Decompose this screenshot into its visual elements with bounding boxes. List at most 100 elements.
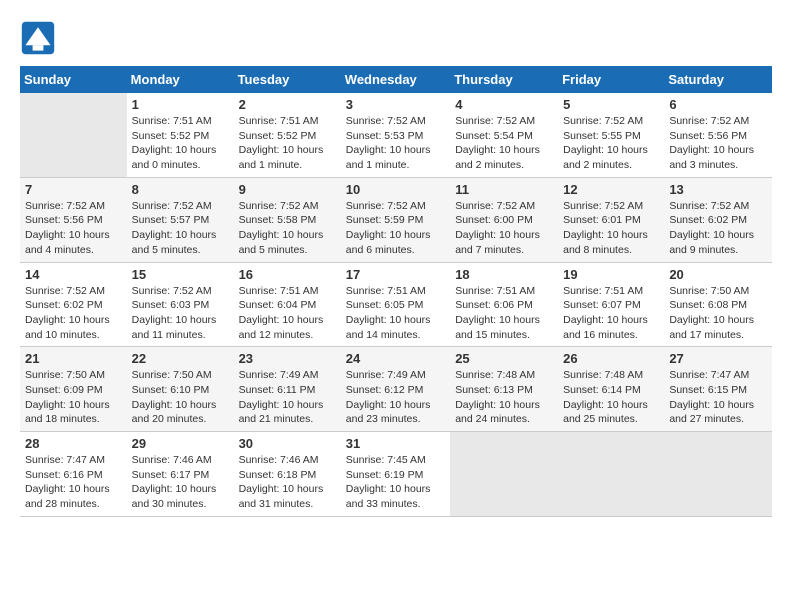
day-number: 3	[346, 97, 445, 112]
day-number: 29	[132, 436, 229, 451]
day-number: 15	[132, 267, 229, 282]
week-row-5: 28 Sunrise: 7:47 AM Sunset: 6:16 PM Dayli…	[20, 432, 772, 517]
calendar-cell: 4 Sunrise: 7:52 AM Sunset: 5:54 PM Daylig…	[450, 93, 558, 177]
day-number: 12	[563, 182, 659, 197]
day-info: Sunrise: 7:46 AM Sunset: 6:18 PM Dayligh…	[239, 453, 336, 512]
day-number: 14	[25, 267, 122, 282]
day-info: Sunrise: 7:51 AM Sunset: 6:04 PM Dayligh…	[239, 284, 336, 343]
calendar-cell: 1 Sunrise: 7:51 AM Sunset: 5:52 PM Daylig…	[127, 93, 234, 177]
calendar-cell: 23 Sunrise: 7:49 AM Sunset: 6:11 PM Dayli…	[234, 347, 341, 432]
day-number: 27	[669, 351, 767, 366]
day-info: Sunrise: 7:45 AM Sunset: 6:19 PM Dayligh…	[346, 453, 445, 512]
day-header-wednesday: Wednesday	[341, 66, 450, 93]
day-number: 16	[239, 267, 336, 282]
calendar-cell: 18 Sunrise: 7:51 AM Sunset: 6:06 PM Dayli…	[450, 262, 558, 347]
calendar-cell: 10 Sunrise: 7:52 AM Sunset: 5:59 PM Dayli…	[341, 177, 450, 262]
day-info: Sunrise: 7:52 AM Sunset: 6:02 PM Dayligh…	[669, 199, 767, 258]
day-info: Sunrise: 7:52 AM Sunset: 5:54 PM Dayligh…	[455, 114, 553, 173]
day-number: 24	[346, 351, 445, 366]
day-info: Sunrise: 7:48 AM Sunset: 6:13 PM Dayligh…	[455, 368, 553, 427]
day-info: Sunrise: 7:51 AM Sunset: 5:52 PM Dayligh…	[239, 114, 336, 173]
calendar-cell	[20, 93, 127, 177]
calendar-cell: 22Sunrise: 7:50 AM Sunset: 6:10 PM Dayli…	[127, 347, 234, 432]
day-info: Sunrise: 7:52 AM Sunset: 5:59 PM Dayligh…	[346, 199, 445, 258]
day-info: Sunrise: 7:51 AM Sunset: 6:06 PM Dayligh…	[455, 284, 553, 343]
day-header-saturday: Saturday	[664, 66, 772, 93]
calendar-cell: 13 Sunrise: 7:52 AM Sunset: 6:02 PM Dayli…	[664, 177, 772, 262]
day-number: 6	[669, 97, 767, 112]
week-row-1: 1 Sunrise: 7:51 AM Sunset: 5:52 PM Daylig…	[20, 93, 772, 177]
day-number: 1	[132, 97, 229, 112]
day-header-thursday: Thursday	[450, 66, 558, 93]
calendar-cell: 11 Sunrise: 7:52 AM Sunset: 6:00 PM Dayli…	[450, 177, 558, 262]
day-info: Sunrise: 7:52 AM Sunset: 5:56 PM Dayligh…	[669, 114, 767, 173]
day-header-tuesday: Tuesday	[234, 66, 341, 93]
calendar-cell	[450, 432, 558, 517]
header-row: SundayMondayTuesdayWednesdayThursdayFrid…	[20, 66, 772, 93]
calendar-cell: 14 Sunrise: 7:52 AM Sunset: 6:02 PM Dayli…	[20, 262, 127, 347]
calendar-cell: 3 Sunrise: 7:52 AM Sunset: 5:53 PM Daylig…	[341, 93, 450, 177]
day-number: 4	[455, 97, 553, 112]
day-info: Sunrise: 7:49 AM Sunset: 6:11 PM Dayligh…	[239, 368, 336, 427]
calendar-cell: 29 Sunrise: 7:46 AM Sunset: 6:17 PM Dayli…	[127, 432, 234, 517]
logo	[20, 20, 60, 56]
calendar-cell: 15Sunrise: 7:52 AM Sunset: 6:03 PM Dayli…	[127, 262, 234, 347]
week-row-4: 21 Sunrise: 7:50 AM Sunset: 6:09 PM Dayli…	[20, 347, 772, 432]
day-number: 20	[669, 267, 767, 282]
calendar-cell: 20 Sunrise: 7:50 AM Sunset: 6:08 PM Dayli…	[664, 262, 772, 347]
calendar-cell: 9Sunrise: 7:52 AM Sunset: 5:58 PM Daylig…	[234, 177, 341, 262]
day-info: Sunrise: 7:52 AM Sunset: 6:00 PM Dayligh…	[455, 199, 553, 258]
day-info: Sunrise: 7:51 AM Sunset: 6:07 PM Dayligh…	[563, 284, 659, 343]
day-info: Sunrise: 7:51 AM Sunset: 6:05 PM Dayligh…	[346, 284, 445, 343]
day-info: Sunrise: 7:50 AM Sunset: 6:09 PM Dayligh…	[25, 368, 122, 427]
day-number: 9	[239, 182, 336, 197]
logo-icon	[20, 20, 56, 56]
day-number: 10	[346, 182, 445, 197]
calendar-cell: 24 Sunrise: 7:49 AM Sunset: 6:12 PM Dayli…	[341, 347, 450, 432]
calendar-cell: 5Sunrise: 7:52 AM Sunset: 5:55 PM Daylig…	[558, 93, 664, 177]
day-number: 31	[346, 436, 445, 451]
calendar-cell: 16 Sunrise: 7:51 AM Sunset: 6:04 PM Dayli…	[234, 262, 341, 347]
day-info: Sunrise: 7:47 AM Sunset: 6:16 PM Dayligh…	[25, 453, 122, 512]
day-info: Sunrise: 7:47 AM Sunset: 6:15 PM Dayligh…	[669, 368, 767, 427]
day-info: Sunrise: 7:52 AM Sunset: 6:01 PM Dayligh…	[563, 199, 659, 258]
day-info: Sunrise: 7:52 AM Sunset: 5:57 PM Dayligh…	[132, 199, 229, 258]
day-number: 17	[346, 267, 445, 282]
day-info: Sunrise: 7:50 AM Sunset: 6:08 PM Dayligh…	[669, 284, 767, 343]
day-number: 26	[563, 351, 659, 366]
day-info: Sunrise: 7:46 AM Sunset: 6:17 PM Dayligh…	[132, 453, 229, 512]
calendar-cell: 8 Sunrise: 7:52 AM Sunset: 5:57 PM Daylig…	[127, 177, 234, 262]
day-header-friday: Friday	[558, 66, 664, 93]
calendar-cell: 17 Sunrise: 7:51 AM Sunset: 6:05 PM Dayli…	[341, 262, 450, 347]
calendar-cell	[664, 432, 772, 517]
calendar-cell: 19Sunrise: 7:51 AM Sunset: 6:07 PM Dayli…	[558, 262, 664, 347]
day-number: 25	[455, 351, 553, 366]
day-info: Sunrise: 7:51 AM Sunset: 5:52 PM Dayligh…	[132, 114, 229, 173]
day-number: 13	[669, 182, 767, 197]
calendar-cell: 28 Sunrise: 7:47 AM Sunset: 6:16 PM Dayli…	[20, 432, 127, 517]
day-header-sunday: Sunday	[20, 66, 127, 93]
calendar-cell: 25 Sunrise: 7:48 AM Sunset: 6:13 PM Dayli…	[450, 347, 558, 432]
day-number: 23	[239, 351, 336, 366]
day-number: 21	[25, 351, 122, 366]
day-number: 28	[25, 436, 122, 451]
day-info: Sunrise: 7:52 AM Sunset: 5:53 PM Dayligh…	[346, 114, 445, 173]
day-header-monday: Monday	[127, 66, 234, 93]
day-info: Sunrise: 7:49 AM Sunset: 6:12 PM Dayligh…	[346, 368, 445, 427]
day-number: 11	[455, 182, 553, 197]
day-info: Sunrise: 7:48 AM Sunset: 6:14 PM Dayligh…	[563, 368, 659, 427]
calendar-cell: 2Sunrise: 7:51 AM Sunset: 5:52 PM Daylig…	[234, 93, 341, 177]
calendar-cell: 12 Sunrise: 7:52 AM Sunset: 6:01 PM Dayli…	[558, 177, 664, 262]
day-info: Sunrise: 7:50 AM Sunset: 6:10 PM Dayligh…	[132, 368, 229, 427]
day-number: 18	[455, 267, 553, 282]
day-info: Sunrise: 7:52 AM Sunset: 6:02 PM Dayligh…	[25, 284, 122, 343]
calendar-cell: 30Sunrise: 7:46 AM Sunset: 6:18 PM Dayli…	[234, 432, 341, 517]
day-number: 5	[563, 97, 659, 112]
page-header	[20, 20, 772, 56]
day-number: 8	[132, 182, 229, 197]
calendar-cell: 7Sunrise: 7:52 AM Sunset: 5:56 PM Daylig…	[20, 177, 127, 262]
calendar-table: SundayMondayTuesdayWednesdayThursdayFrid…	[20, 66, 772, 517]
calendar-cell: 21 Sunrise: 7:50 AM Sunset: 6:09 PM Dayli…	[20, 347, 127, 432]
day-info: Sunrise: 7:52 AM Sunset: 5:56 PM Dayligh…	[25, 199, 122, 258]
week-row-3: 14 Sunrise: 7:52 AM Sunset: 6:02 PM Dayli…	[20, 262, 772, 347]
